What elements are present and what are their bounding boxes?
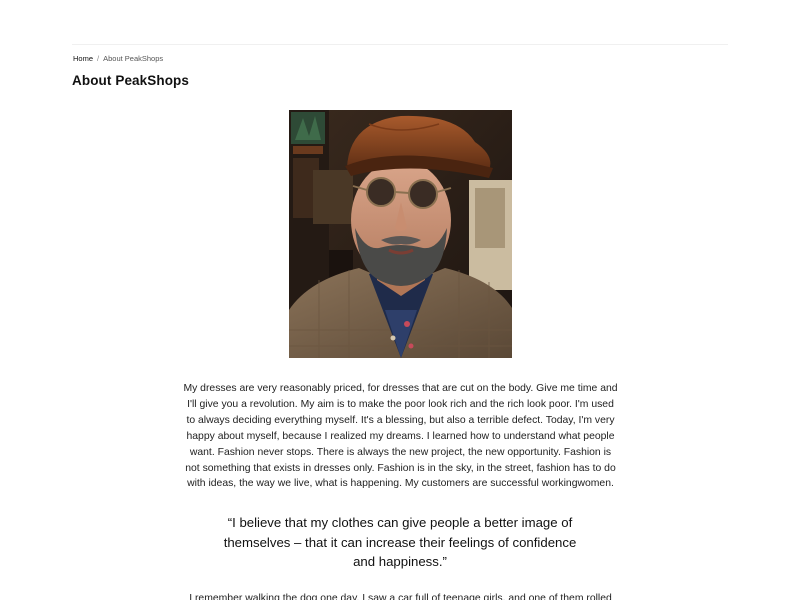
breadcrumb-home-link[interactable]: Home — [73, 54, 93, 63]
about-paragraph-1: My dresses are very reasonably priced, f… — [183, 383, 618, 490]
breadcrumb-separator: / — [97, 54, 100, 63]
founder-quote: “I believe that my clothes can give peop… — [223, 515, 577, 569]
breadcrumb-current: About PeakShops — [103, 54, 164, 63]
header-divider — [72, 44, 728, 45]
founder-portrait-image — [289, 110, 512, 358]
about-paragraph-2: I remember walking the dog one day. I sa… — [189, 593, 612, 600]
page-title: About PeakShops — [72, 73, 190, 88]
about-page: Home / About PeakShops About PeakShops M… — [0, 0, 800, 600]
breadcrumb: Home / About PeakShops — [73, 54, 163, 64]
